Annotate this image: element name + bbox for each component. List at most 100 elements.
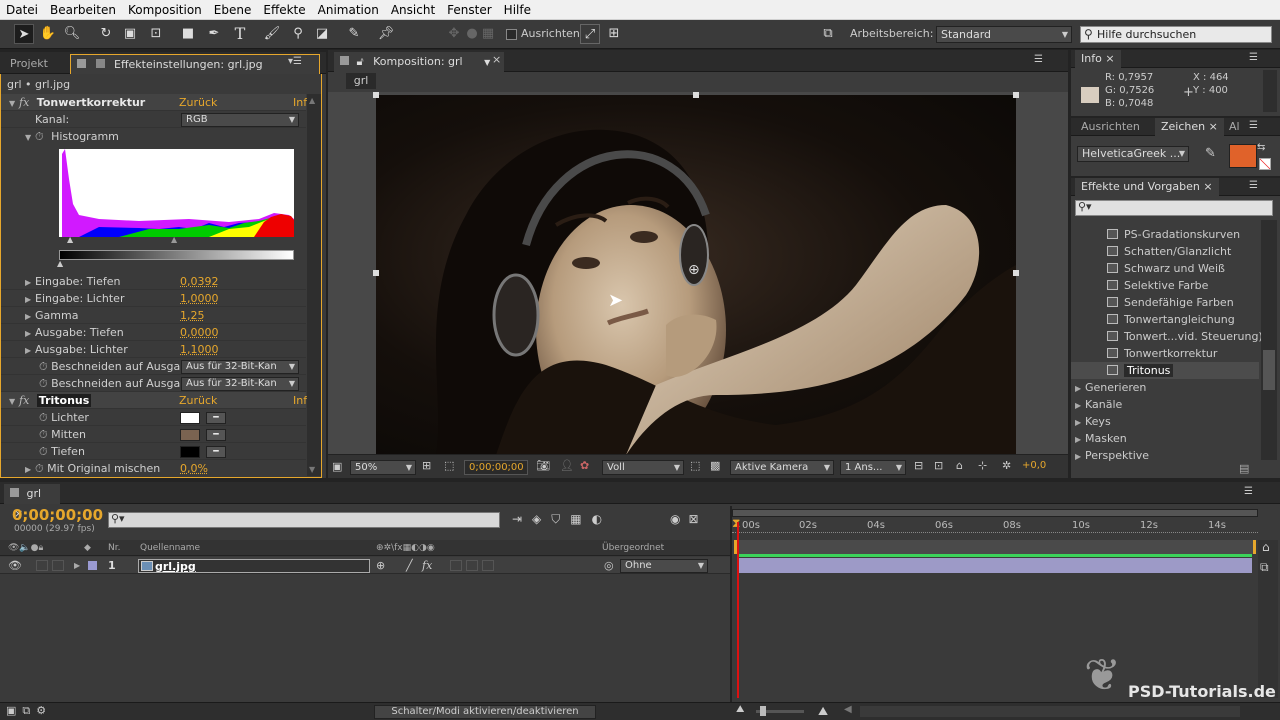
puppet-pin-tool-icon[interactable]: 📌︎ (376, 24, 396, 44)
fx-icon[interactable]: fx (19, 96, 29, 109)
zoom-slider[interactable] (756, 706, 804, 716)
switch-box[interactable] (450, 560, 462, 571)
eyedropper-icon[interactable]: ━ (206, 429, 226, 441)
swap-colors-icon[interactable]: ⇆ (1257, 142, 1265, 153)
output-black-value[interactable]: 0,0000 (180, 324, 219, 341)
expand-icon[interactable]: ▶ (25, 274, 35, 291)
expand-icon[interactable]: ▶ (25, 291, 35, 308)
parent-select[interactable]: Ohne (620, 559, 708, 573)
effect-tritonus-header[interactable]: ▼ fx Tritonus Zurück Inf (1, 392, 307, 409)
view-layout-select[interactable]: 1 Ans... (840, 460, 906, 475)
transform-handle[interactable] (1013, 92, 1019, 98)
quality-icon[interactable]: ╱ (406, 557, 413, 574)
fx-icon[interactable]: fx (19, 394, 29, 407)
hand-tool-icon[interactable]: ✋ (38, 24, 58, 44)
scroll-left-icon[interactable]: ◀ (844, 704, 852, 715)
help-search-input[interactable]: ⚲ Hilfe durchsuchen (1080, 26, 1272, 43)
audio-toggle[interactable] (36, 560, 48, 571)
camera-tool-icon[interactable]: ▣ (120, 24, 140, 44)
shadows-swatch[interactable] (180, 446, 200, 458)
title-safe-icon[interactable]: ⊞ (422, 459, 431, 472)
category-item[interactable]: ▶ Masken (1071, 430, 1259, 447)
category-item[interactable]: ▶ Generieren (1071, 379, 1259, 396)
output-black-handle-icon[interactable]: ▲ (57, 259, 63, 268)
current-time-field[interactable]: 0;00;00;00 (464, 460, 528, 475)
toggle-switches-modes-button[interactable]: Schalter/Modi aktivieren/deaktivieren (374, 705, 596, 719)
list-item-selected[interactable]: Tritonus (1071, 362, 1259, 379)
clip-black-select[interactable]: Aus für 32-Bit-Kan (181, 360, 299, 374)
graph-editor-icons[interactable]: ◉⊠ (670, 512, 707, 526)
show-snapshot-icon[interactable]: 👤︎ (560, 459, 574, 472)
highlights-swatch[interactable] (180, 412, 200, 424)
expand-icon[interactable]: ▶ (1075, 397, 1085, 414)
panel-menu-icon[interactable]: ☰ (1249, 52, 1258, 63)
input-white-value[interactable]: 1,0000 (180, 290, 219, 307)
list-item[interactable]: Selektive Farbe (1071, 277, 1259, 294)
tab-character[interactable]: Zeichen × (1155, 118, 1224, 136)
timeline-bottom-icons[interactable]: ▣⧉⚙ (6, 704, 52, 718)
preview-toggle-icon[interactable]: ▣ (332, 460, 342, 473)
expand-icon[interactable]: ▶ (25, 325, 35, 342)
menu-bearbeiten[interactable]: Bearbeiten (44, 0, 122, 20)
scroll-thumb[interactable] (1263, 350, 1275, 390)
av-switches-icons[interactable]: 👁︎🔈●🔒︎ (8, 540, 43, 556)
info-scrollbar[interactable] (1263, 70, 1277, 112)
flowchart-icon[interactable]: ⊹ (978, 459, 987, 472)
timeline-switches-icons[interactable]: ⇥◈⛉▦◐ (512, 512, 612, 527)
close-icon[interactable]: × (492, 53, 501, 66)
label-tag-icon[interactable]: ◆ (84, 540, 91, 556)
stopwatch-icon[interactable]: ⏱ (39, 445, 48, 458)
new-folder-icon[interactable]: ▤ (1239, 462, 1249, 475)
list-item[interactable]: Tonwert...vid. Steuerung) (1071, 328, 1263, 345)
zoom-select[interactable]: 50% (350, 460, 416, 475)
output-gradient[interactable] (59, 250, 294, 260)
clip-white-select[interactable]: Aus für 32-Bit-Kan (181, 377, 299, 391)
tab-project[interactable]: Projekt (4, 54, 54, 74)
channel-icon[interactable]: ✿ (580, 459, 589, 472)
midtones-swatch[interactable] (180, 429, 200, 441)
transform-handle[interactable] (373, 270, 379, 276)
expand-icon[interactable]: ▼ (9, 95, 19, 112)
switch-box[interactable] (466, 560, 478, 571)
axis-view-icon[interactable]: ▦ (478, 24, 498, 44)
tab-timeline[interactable]: grl × (4, 484, 60, 520)
brush-tool-icon[interactable]: 🖌︎ (262, 24, 282, 44)
panel-menu-icon[interactable]: ▾☰ (288, 56, 302, 67)
layer-name-field[interactable]: grl.jpg (138, 559, 370, 573)
timeline-search-input[interactable]: ⚲▾ (108, 512, 500, 528)
viewer-area[interactable]: ⊕ ➤ (328, 92, 1068, 455)
pan-behind-tool-icon[interactable]: ⊡ (146, 24, 166, 44)
eraser-tool-icon[interactable]: ◪ (312, 24, 332, 44)
work-area-bar[interactable] (732, 509, 1258, 517)
effect-tonwertkorrektur-header[interactable]: ▼ fx Tonwertkorrektur Zurück Inf (1, 94, 307, 112)
tab-effect-controls[interactable]: Effekteinstellungen: grl.jpg (70, 54, 320, 74)
selection-tool-icon[interactable]: ➤ (14, 24, 34, 44)
comp-chip[interactable]: grl (346, 73, 376, 89)
chevron-down-icon[interactable]: ▼ (484, 58, 490, 67)
menu-fenster[interactable]: Fenster (441, 0, 498, 20)
axis-local-icon[interactable]: ✥ (444, 24, 464, 44)
input-black-handle-icon[interactable]: ▲ (67, 235, 73, 244)
transform-handle[interactable] (1013, 270, 1019, 276)
expand-icon[interactable]: ▶ (25, 342, 35, 359)
transparency-grid-icon[interactable]: ▩ (710, 459, 720, 472)
effects-scrollbar[interactable] (1261, 220, 1277, 460)
tab-effects-presets[interactable]: Effekte und Vorgaben × (1075, 178, 1219, 196)
zoom-out-icon[interactable]: ⛰ (736, 704, 744, 715)
snap-icon[interactable]: ⤢ (580, 24, 600, 44)
shy-icon[interactable]: ⊕ (376, 557, 385, 574)
effects-search-input[interactable]: ⚲▾ (1075, 200, 1273, 216)
close-icon[interactable]: × (1209, 120, 1218, 133)
stopwatch-icon[interactable]: ⏱ (35, 462, 44, 475)
stopwatch-icon[interactable]: ⏱ (39, 411, 48, 424)
switch-box[interactable] (482, 560, 494, 571)
list-item[interactable]: PS-Gradationskurven (1071, 226, 1259, 243)
focus-icon[interactable]: ⊞ (604, 24, 624, 44)
expand-icon[interactable]: ▶ (1075, 414, 1085, 431)
about-link[interactable]: Inf (293, 94, 307, 111)
menu-ansicht[interactable]: Ansicht (385, 0, 441, 20)
menu-animation[interactable]: Animation (312, 0, 385, 20)
text-tool-icon[interactable]: T (230, 24, 250, 44)
histogram[interactable] (59, 149, 294, 237)
panel-menu-icon[interactable]: ☰ (1249, 120, 1258, 131)
